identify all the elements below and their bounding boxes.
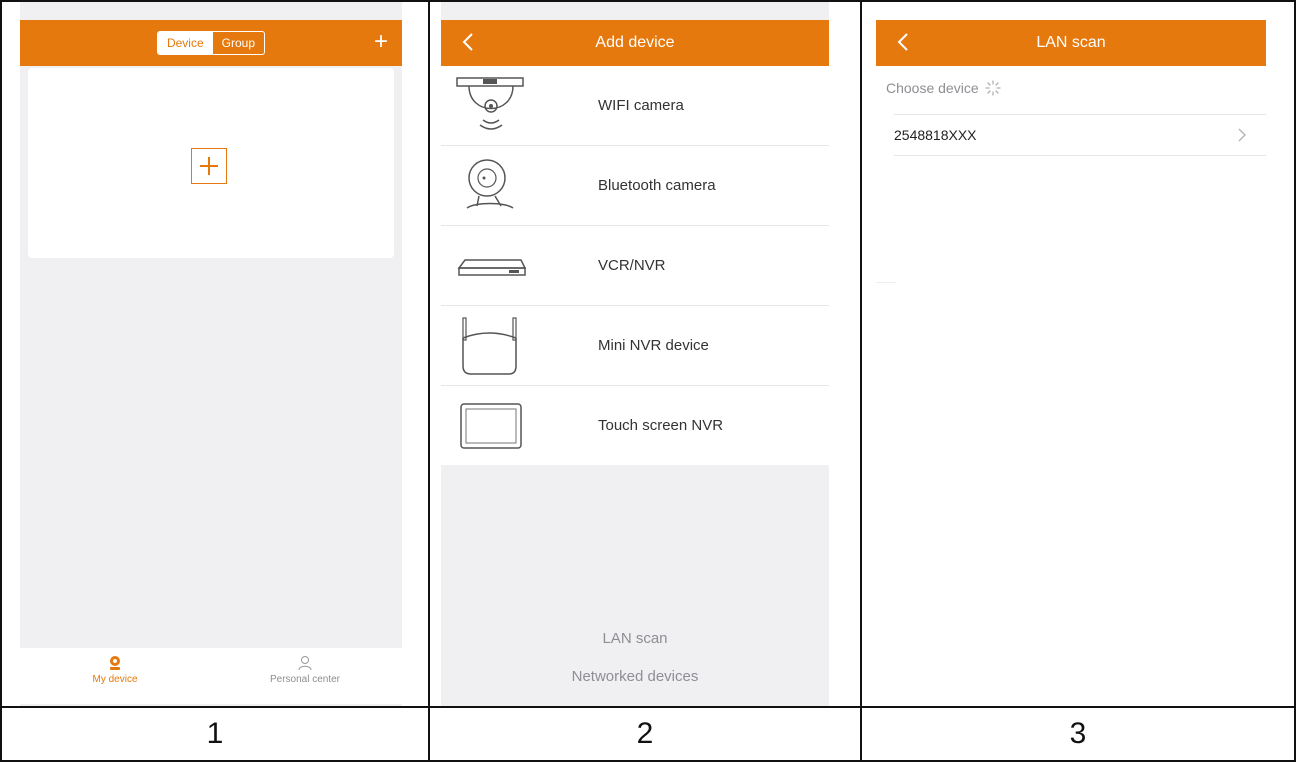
page-title: Add device bbox=[595, 34, 675, 51]
header-bar: LAN scan bbox=[876, 20, 1266, 66]
grid-line bbox=[0, 0, 1296, 2]
panel-caption-1: 1 bbox=[206, 717, 224, 750]
wifi-camera-icon bbox=[456, 77, 524, 130]
device-id: 2548818XXX bbox=[894, 127, 977, 143]
screenshot-frame: Device Group + My device Personal center… bbox=[0, 0, 1296, 762]
device-group-segmented-control: Device Group bbox=[156, 31, 266, 55]
list-item-label: Mini NVR device bbox=[598, 337, 709, 354]
list-item-bluetooth-camera[interactable]: Bluetooth camera bbox=[441, 146, 829, 226]
tab-my-device[interactable]: My device bbox=[20, 654, 210, 685]
chevron-right-icon bbox=[1238, 128, 1246, 142]
tab-label: My device bbox=[92, 674, 138, 685]
panel-add-device: Add device WIFI camera Bluetooth camera … bbox=[441, 0, 829, 706]
page-title: LAN scan bbox=[1036, 34, 1106, 51]
tab-label: Personal center bbox=[269, 674, 341, 685]
list-item-wifi-camera[interactable]: WIFI camera bbox=[441, 66, 829, 146]
touch-screen-icon bbox=[460, 403, 522, 449]
nvr-recorder-icon bbox=[457, 259, 527, 276]
back-icon[interactable] bbox=[894, 30, 914, 54]
choose-device-header: Choose device bbox=[886, 80, 1001, 96]
loading-spinner-icon bbox=[984, 80, 1001, 96]
tab-bar: My device Personal center bbox=[20, 648, 402, 704]
list-item-mini-nvr[interactable]: Mini NVR device bbox=[441, 306, 829, 386]
device-type-list: WIFI camera Bluetooth camera VCR/NVR Min… bbox=[441, 66, 829, 465]
tab-personal-center[interactable]: Personal center bbox=[210, 654, 400, 685]
list-item-label: Bluetooth camera bbox=[598, 177, 716, 194]
list-item-touch-screen-nvr[interactable]: Touch screen NVR bbox=[441, 386, 829, 465]
grid-line bbox=[428, 0, 430, 762]
add-device-button[interactable] bbox=[191, 148, 227, 184]
panel-lan-scan: LAN scan Choose device 2548818XXX bbox=[876, 0, 1266, 706]
device-card bbox=[28, 68, 394, 258]
grid-line bbox=[860, 0, 862, 762]
networked-devices-link[interactable]: Networked devices bbox=[441, 668, 829, 685]
header-bar: Device Group + bbox=[20, 20, 402, 66]
panel-my-device: Device Group + My device Personal center bbox=[20, 0, 402, 706]
divider bbox=[876, 282, 896, 283]
segment-group[interactable]: Group bbox=[213, 32, 264, 54]
device-row[interactable]: 2548818XXX bbox=[894, 114, 1266, 156]
segment-device[interactable]: Device bbox=[157, 32, 213, 54]
grid-line bbox=[0, 0, 2, 762]
mini-nvr-icon bbox=[462, 317, 517, 375]
list-item-vcr-nvr[interactable]: VCR/NVR bbox=[441, 226, 829, 306]
list-item-label: WIFI camera bbox=[598, 97, 684, 114]
header-bar: Add device bbox=[441, 20, 829, 66]
list-item-label: Touch screen NVR bbox=[598, 417, 724, 434]
camera-icon bbox=[110, 656, 120, 670]
list-item-label: VCR/NVR bbox=[598, 257, 666, 274]
person-icon bbox=[298, 656, 312, 671]
bluetooth-camera-icon bbox=[466, 159, 514, 209]
panel-caption-3: 3 bbox=[1069, 717, 1087, 750]
back-icon[interactable] bbox=[459, 30, 479, 54]
lan-scan-link[interactable]: LAN scan bbox=[441, 630, 829, 647]
plus-icon[interactable]: + bbox=[374, 30, 388, 54]
panel-caption-2: 2 bbox=[636, 717, 654, 750]
section-label: Choose device bbox=[886, 80, 979, 96]
